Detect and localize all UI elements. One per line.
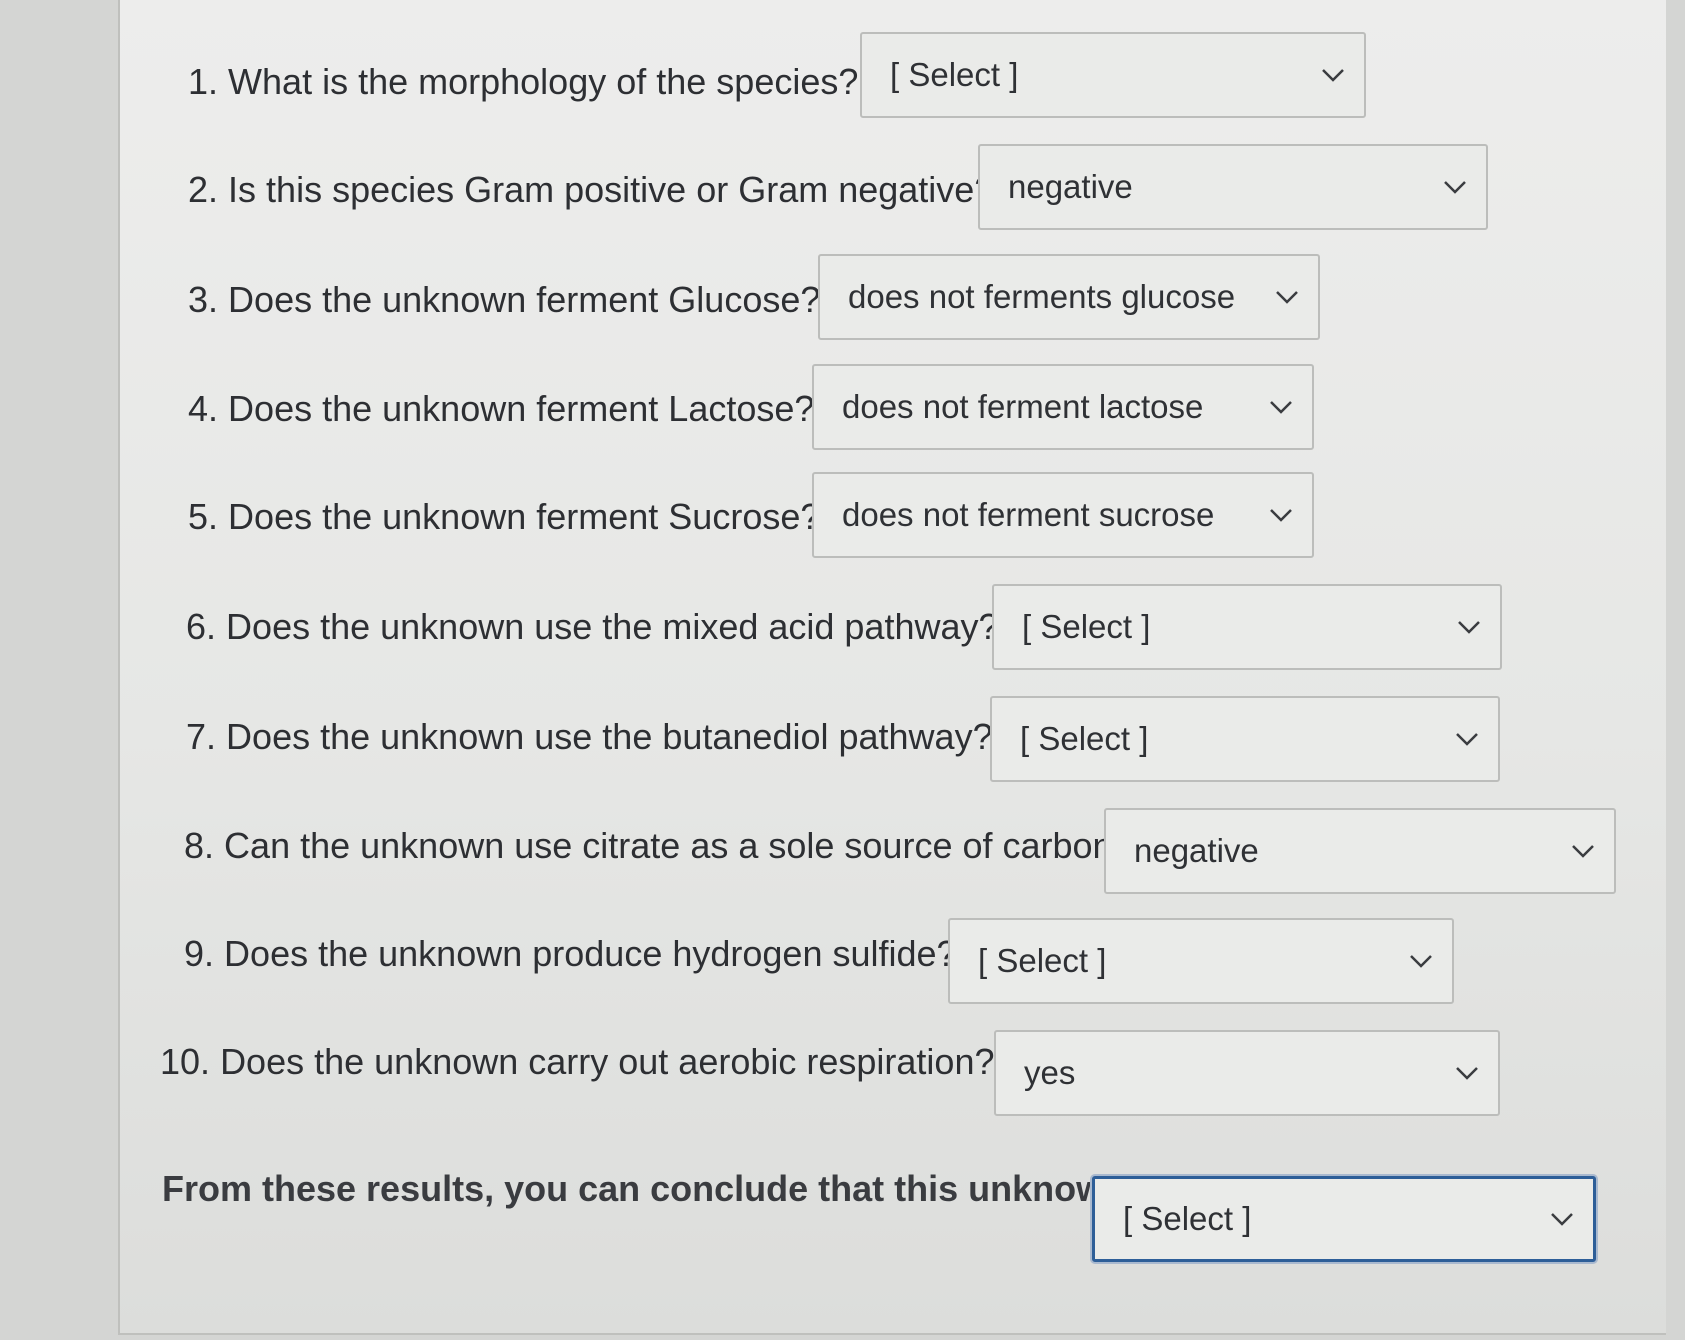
chevron-down-icon (1551, 1213, 1573, 1226)
question-text: What is the morphology of the species? (228, 61, 859, 102)
chevron-down-icon (1458, 621, 1480, 634)
hydrogen-sulfide-select[interactable]: [ Select ] (948, 918, 1454, 1004)
question-4: 4. Does the unknown ferment Lactose? (188, 387, 814, 431)
question-3: 3. Does the unknown ferment Glucose? (188, 278, 820, 322)
question-number: 7. (186, 716, 217, 757)
chevron-down-icon (1456, 733, 1478, 746)
chevron-down-icon (1572, 845, 1594, 858)
question-text: Does the unknown produce hydrogen sulfid… (224, 933, 957, 974)
question-number: 6. (186, 606, 217, 647)
question-10: 10. Does the unknown carry out aerobic r… (160, 1040, 994, 1084)
question-number: 4. (188, 388, 219, 429)
question-6: 6. Does the unknown use the mixed acid p… (186, 605, 999, 649)
chevron-down-icon (1270, 401, 1292, 414)
lactose-fermentation-select[interactable]: does not ferment lactose (812, 364, 1314, 450)
question-1: 1. What is the morphology of the species… (188, 60, 858, 104)
gram-stain-select[interactable]: negative (978, 144, 1488, 230)
select-value: [ Select ] (1022, 608, 1151, 645)
chevron-down-icon (1456, 1067, 1478, 1080)
question-8: 8. Can the unknown use citrate as a sole… (184, 824, 1133, 868)
mixed-acid-pathway-select[interactable]: [ Select ] (992, 584, 1502, 670)
question-number: 8. (184, 825, 215, 866)
question-number: 5. (188, 496, 219, 537)
question-number: 2. (188, 169, 219, 210)
chevron-down-icon (1444, 181, 1466, 194)
select-value: negative (1134, 832, 1259, 869)
chevron-down-icon (1276, 291, 1298, 304)
select-value: [ Select ] (890, 56, 1019, 93)
select-value: does not ferment lactose (842, 388, 1204, 425)
morphology-select[interactable]: [ Select ] (860, 32, 1366, 118)
select-value: [ Select ] (1123, 1200, 1252, 1237)
question-text: Does the unknown ferment Lactose? (228, 388, 815, 429)
question-text: Is this species Gram positive or Gram ne… (228, 169, 995, 210)
select-value: yes (1024, 1054, 1076, 1091)
select-value: negative (1008, 168, 1133, 205)
sucrose-fermentation-select[interactable]: does not ferment sucrose (812, 472, 1314, 558)
question-text: Does the unknown ferment Sucrose? (228, 496, 821, 537)
question-9: 9. Does the unknown produce hydrogen sul… (184, 932, 957, 976)
citrate-utilization-select[interactable]: negative (1104, 808, 1616, 894)
conclusion-select[interactable]: [ Select ] (1092, 1176, 1596, 1262)
select-value: [ Select ] (1020, 720, 1149, 757)
quiz-sheet: 1. What is the morphology of the species… (118, 0, 1666, 1335)
question-2: 2. Is this species Gram positive or Gram… (188, 168, 994, 212)
question-text: Does the unknown ferment Glucose? (228, 279, 821, 320)
question-number: 1. (188, 61, 219, 102)
chevron-down-icon (1270, 509, 1292, 522)
aerobic-respiration-select[interactable]: yes (994, 1030, 1500, 1116)
question-text: Can the unknown use citrate as a sole so… (224, 825, 1133, 866)
select-value: does not ferment sucrose (842, 496, 1215, 533)
chevron-down-icon (1322, 69, 1344, 82)
question-text: Does the unknown use the butanediol path… (226, 716, 993, 757)
butanediol-pathway-select[interactable]: [ Select ] (990, 696, 1500, 782)
glucose-fermentation-select[interactable]: does not ferments glucose (818, 254, 1320, 340)
question-number: 9. (184, 933, 215, 974)
question-text: Does the unknown carry out aerobic respi… (220, 1041, 995, 1082)
conclusion-text: From these results, you can conclude tha… (162, 1168, 1167, 1209)
question-number: 10. (160, 1041, 211, 1082)
question-number: 3. (188, 279, 219, 320)
question-text: Does the unknown use the mixed acid path… (226, 606, 999, 647)
select-value: [ Select ] (978, 942, 1107, 979)
question-5: 5. Does the unknown ferment Sucrose? (188, 495, 820, 539)
select-value: does not ferments glucose (848, 278, 1236, 315)
question-7: 7. Does the unknown use the butanediol p… (186, 715, 993, 759)
chevron-down-icon (1410, 955, 1432, 968)
